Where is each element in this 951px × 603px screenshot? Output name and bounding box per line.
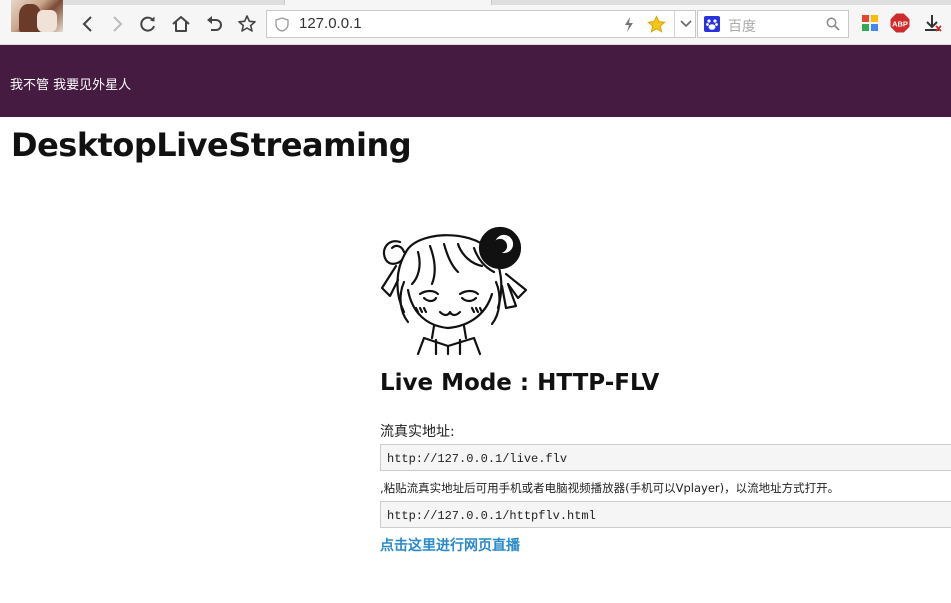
browser-toolbar: 127.0.0.1 百度 ABP — [0, 0, 951, 45]
address-bar[interactable]: 127.0.0.1 — [266, 10, 696, 38]
adblock-label: ABP — [892, 20, 908, 29]
live-mode-title: Live Mode : HTTP-FLV — [380, 370, 660, 396]
bookmark-button[interactable] — [234, 10, 260, 38]
back-icon — [82, 16, 92, 32]
baidu-paw-icon[interactable] — [704, 16, 720, 32]
reload-icon — [140, 16, 155, 32]
site-brand[interactable]: 我不管 我要见外星人 — [10, 74, 131, 93]
forward-button[interactable] — [104, 10, 130, 38]
web-live-link[interactable]: 点击这里进行网页直播 — [380, 535, 520, 555]
back-button[interactable] — [75, 10, 101, 38]
active-tab[interactable] — [284, 0, 492, 5]
page-title: DesktopLiveStreaming — [11, 126, 412, 164]
forward-icon — [113, 16, 123, 32]
url-dropdown-button[interactable] — [674, 11, 697, 37]
adblock-icon[interactable]: ABP — [889, 12, 911, 34]
shield-icon — [275, 17, 289, 32]
reload-button[interactable] — [135, 10, 161, 38]
mascot-image — [380, 226, 528, 356]
user-avatar[interactable] — [11, 0, 63, 32]
chevron-down-icon — [680, 20, 692, 28]
search-input[interactable]: 百度 — [728, 16, 756, 36]
search-box[interactable]: 百度 — [697, 10, 849, 38]
bookmark-star-icon — [238, 15, 256, 32]
tab-strip — [62, 0, 951, 5]
stream-address-label: 流真实地址: — [380, 424, 455, 440]
undo-icon — [207, 16, 222, 31]
favorite-star-icon[interactable] — [647, 15, 666, 34]
lightning-icon[interactable] — [623, 16, 635, 33]
home-button[interactable] — [168, 10, 194, 38]
flv-url-box[interactable]: http://127.0.0.1/live.flv — [380, 444, 951, 471]
url-text[interactable]: 127.0.0.1 — [299, 15, 362, 33]
undo-close-tab-button[interactable] — [201, 10, 227, 38]
site-header: 我不管 我要见外星人 — [0, 45, 951, 117]
search-icon[interactable] — [826, 17, 840, 31]
home-icon — [172, 16, 190, 32]
download-icon[interactable] — [922, 13, 942, 33]
page-url-box[interactable]: http://127.0.0.1/httpflv.html — [380, 501, 951, 528]
apps-grid-icon[interactable] — [860, 13, 880, 33]
usage-note: ,粘贴流真实地址后可用手机或者电脑视频播放器(手机可以Vplayer)，以流地址… — [380, 481, 840, 495]
